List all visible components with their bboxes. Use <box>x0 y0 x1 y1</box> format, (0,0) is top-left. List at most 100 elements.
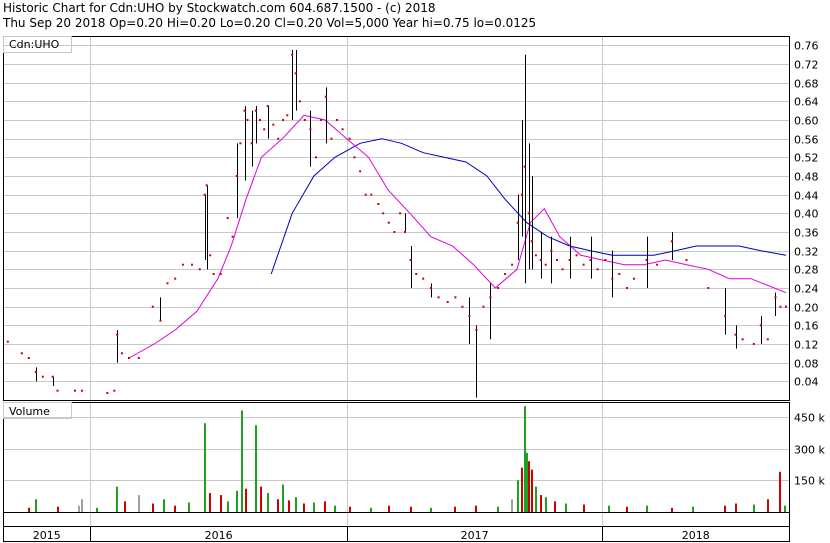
volume-tick-label: 450 k <box>794 412 825 425</box>
volume-bar <box>784 505 786 512</box>
price-point <box>254 109 257 112</box>
price-tick-label: 0.64 <box>794 96 819 109</box>
price-legend: Cdn:UHO <box>9 38 60 51</box>
volume-tick-label: 300 k <box>794 444 825 457</box>
price-point <box>137 357 140 359</box>
price-point <box>437 296 440 299</box>
volume-tick-label: 150 k <box>794 475 825 488</box>
volume-bar <box>524 406 526 512</box>
volume-bar <box>454 506 456 512</box>
volume-bar <box>497 506 499 512</box>
volume-bar <box>152 503 154 512</box>
price-tick-label: 0.24 <box>794 283 819 296</box>
volume-bar <box>236 490 238 512</box>
volume-bar <box>646 505 648 512</box>
volume-bar <box>255 425 257 512</box>
volume-bar <box>554 501 556 512</box>
price-point <box>159 319 162 322</box>
price-point <box>454 296 457 299</box>
price-point <box>527 212 530 215</box>
price-point <box>530 240 533 243</box>
volume-bar <box>138 495 140 512</box>
price-point <box>330 137 333 140</box>
volume-bar <box>116 486 118 512</box>
price-tick-label: 0.60 <box>794 115 819 128</box>
volume-bar <box>430 507 432 512</box>
price-point <box>596 268 599 271</box>
volume-bar <box>282 484 284 512</box>
price-tick-label: 0.08 <box>794 358 819 371</box>
price-point <box>633 277 635 280</box>
price-point <box>475 329 478 331</box>
price-tick-label: 0.72 <box>794 59 819 72</box>
volume-series <box>28 406 786 512</box>
volume-bar <box>528 461 530 512</box>
volume-bar <box>626 506 628 512</box>
price-point <box>231 235 234 238</box>
price-point <box>582 263 585 266</box>
volume-bar <box>295 497 297 512</box>
price-point <box>497 287 500 289</box>
price-point <box>81 389 83 392</box>
price-point <box>116 333 119 336</box>
volume-bar <box>521 467 523 512</box>
price-point <box>51 375 54 378</box>
price-point <box>489 296 492 299</box>
volume-bar <box>163 499 165 512</box>
price-point <box>294 72 297 75</box>
price-point <box>128 357 130 359</box>
price-tick-label: 0.48 <box>794 171 819 184</box>
price-point <box>286 114 289 117</box>
price-point <box>303 119 306 121</box>
price-point <box>353 156 356 159</box>
price-point <box>504 273 507 275</box>
price-point <box>259 119 261 121</box>
volume-bar <box>779 471 781 512</box>
price-point <box>291 53 294 56</box>
price-point <box>166 282 169 285</box>
axis-labels: Cdn:UHO Volume 0.04 0.08 0.12 0.16 0.20 0.24 0.2… <box>9 38 825 542</box>
volume-bar <box>565 503 567 512</box>
price-point <box>759 324 762 327</box>
price-point <box>277 137 280 140</box>
volume-bar <box>227 501 229 512</box>
volume-bar <box>245 488 247 512</box>
price-tick-label: 0.76 <box>794 40 819 53</box>
volume-legend: Volume <box>9 405 50 418</box>
price-point <box>203 193 206 196</box>
price-point <box>409 259 412 261</box>
volume-bar <box>608 505 610 512</box>
price-point <box>382 212 385 215</box>
price-tick-label: 0.16 <box>794 320 819 333</box>
volume-bar <box>583 504 585 512</box>
volume-bar <box>735 503 737 512</box>
price-point <box>348 137 351 140</box>
price-point <box>34 371 37 373</box>
price-point <box>604 259 607 261</box>
price-point <box>266 105 269 107</box>
short-moving-average-line <box>128 114 787 359</box>
price-point <box>774 296 777 299</box>
volume-bar <box>260 486 262 512</box>
volume-bar <box>753 504 755 512</box>
year-label: 2015 <box>33 529 61 542</box>
volume-bar <box>349 506 351 512</box>
price-point <box>113 389 116 392</box>
price-point <box>785 305 787 308</box>
price-series <box>6 50 787 398</box>
volume-bar <box>475 505 477 512</box>
price-point <box>575 254 578 257</box>
price-point <box>239 142 242 145</box>
volume-bar <box>540 495 542 512</box>
price-point <box>422 277 425 280</box>
price-point <box>364 193 367 196</box>
price-point <box>523 165 526 168</box>
price-point <box>393 231 396 233</box>
volume-bar <box>220 495 222 512</box>
price-tick-label: 0.12 <box>794 339 819 352</box>
price-tick-label: 0.44 <box>794 190 819 203</box>
price-point <box>539 259 542 261</box>
volume-bar <box>188 502 190 512</box>
volume-bar <box>288 500 290 512</box>
price-tick-label: 0.32 <box>794 246 819 259</box>
